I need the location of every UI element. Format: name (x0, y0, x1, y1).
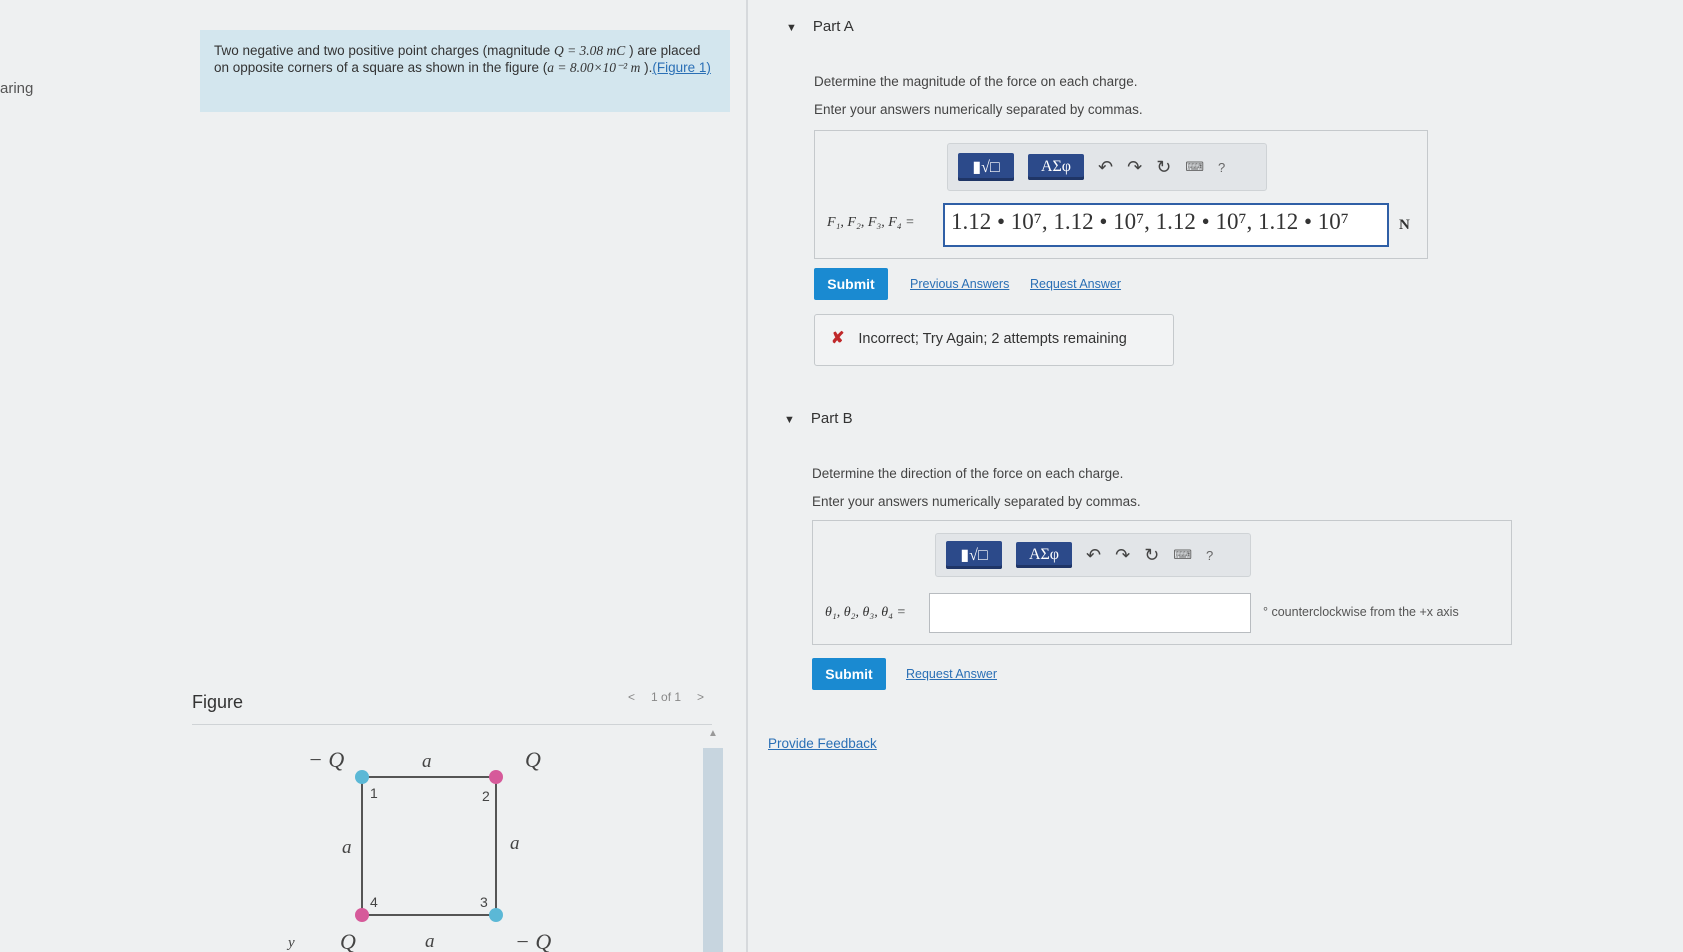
keyboard-icon[interactable]: ⌨ (1185, 159, 1204, 175)
label-side-top: a (422, 751, 432, 772)
part-b-unit-text: ° counterclockwise from the +x axis (1263, 605, 1459, 619)
label-side-left: a (342, 837, 352, 858)
part-b-prompt-2: Enter your answers numerically separated… (812, 494, 1141, 509)
collapse-triangle-icon[interactable]: ▼ (786, 22, 797, 34)
part-b-equation-label: θ₁, θ₂, θ₃, θ₄ = (825, 605, 906, 620)
corner-number-3: 3 (480, 894, 488, 910)
templates-button[interactable]: ▮√□ (946, 541, 1002, 569)
feedback-text: Incorrect; Try Again; 2 attempts remaini… (858, 331, 1127, 347)
corner-number-4: 4 (370, 894, 378, 910)
reset-icon[interactable]: ↻ (1144, 545, 1159, 566)
side-length: a = 8.00×10⁻² m (547, 60, 641, 75)
figure-link[interactable]: (Figure 1) (652, 60, 711, 75)
label-top-left-charge: − Q (308, 747, 344, 772)
charge-square-figure: − Q Q a a a 1 2 3 4 y Q a − Q (286, 747, 551, 952)
symbols-button[interactable]: ΑΣφ (1028, 154, 1084, 180)
part-a-answer-input[interactable]: 1.12 • 10⁷, 1.12 • 10⁷, 1.12 • 10⁷, 1.12… (943, 203, 1389, 247)
figure-divider (192, 724, 712, 725)
part-b-header[interactable]: ▼ Part B (784, 410, 853, 427)
charge-4-dot (355, 908, 369, 922)
charge-2-dot (489, 770, 503, 784)
label-side-right: a (510, 833, 520, 854)
figure-heading: Figure (192, 692, 244, 712)
reset-icon[interactable]: ↻ (1156, 157, 1171, 178)
templates-button[interactable]: ▮√□ (958, 153, 1014, 181)
help-icon[interactable]: ? (1206, 548, 1213, 563)
scroll-up-icon[interactable]: ▲ (703, 728, 723, 744)
corner-number-1: 1 (370, 785, 378, 801)
part-a-prompt-2: Enter your answers numerically separated… (814, 102, 1143, 117)
part-b-answer-input[interactable] (929, 593, 1251, 633)
part-b-prompt-1: Determine the direction of the force on … (812, 466, 1124, 481)
redo-icon[interactable]: ↷ (1115, 545, 1130, 566)
cropped-nav-text: aring (0, 80, 34, 97)
part-a-header[interactable]: ▼ Part A (786, 18, 854, 35)
part-a-answer-box: ▮√□ ΑΣφ ↶ ↷ ↻ ⌨ ? F₁, F₂, F₃, F₄ = 1.12 … (814, 130, 1428, 259)
keyboard-icon[interactable]: ⌨ (1173, 547, 1192, 563)
previous-answers-link[interactable]: Previous Answers (910, 277, 1009, 291)
y-axis-label: y (286, 935, 295, 951)
label-bottom-left-charge: Q (340, 929, 356, 952)
corner-number-2: 2 (482, 788, 490, 804)
pager-text: 1 of 1 (651, 690, 682, 704)
problem-text-3: ). (640, 60, 653, 75)
symbols-button[interactable]: ΑΣφ (1016, 542, 1072, 568)
label-side-bottom: a (425, 931, 435, 952)
part-b-request-answer-link[interactable]: Request Answer (906, 667, 997, 681)
part-b-submit-button[interactable]: Submit (812, 658, 886, 690)
column-divider (746, 0, 748, 952)
square-outline (361, 776, 497, 916)
undo-icon[interactable]: ↶ (1086, 545, 1101, 566)
figure-pager: <1 of 1 > (620, 690, 712, 704)
part-b-title: Part B (810, 410, 853, 427)
part-a-unit: N (1399, 217, 1410, 233)
charge-3-dot (489, 908, 503, 922)
charge-magnitude: Q = 3.08 mC (553, 43, 626, 58)
part-a-equation-label: F₁, F₂, F₃, F₄ = (827, 215, 915, 230)
pager-next-button[interactable]: > (697, 690, 704, 704)
incorrect-x-icon: ✘ (831, 330, 845, 347)
part-a-submit-button[interactable]: Submit (814, 268, 888, 300)
part-a-feedback: ✘ Incorrect; Try Again; 2 attempts remain… (814, 314, 1174, 366)
part-a-prompt-1: Determine the magnitude of the force on … (814, 74, 1138, 89)
pager-prev-button[interactable]: < (628, 690, 635, 704)
part-a-title: Part A (812, 18, 854, 35)
part-b-answer-box: ▮√□ ΑΣφ ↶ ↷ ↻ ⌨ ? θ₁, θ₂, θ₃, θ₄ = ° cou… (812, 520, 1512, 645)
charge-1-dot (355, 770, 369, 784)
problem-text-1: Two negative and two positive point char… (214, 43, 554, 58)
redo-icon[interactable]: ↷ (1127, 157, 1142, 178)
part-a-request-answer-link[interactable]: Request Answer (1030, 277, 1121, 291)
undo-icon[interactable]: ↶ (1098, 157, 1113, 178)
part-b-math-toolbar: ▮√□ ΑΣφ ↶ ↷ ↻ ⌨ ? (935, 533, 1251, 577)
label-top-right-charge: Q (525, 747, 541, 772)
figure-scrollbar[interactable] (703, 748, 723, 952)
label-bottom-right-charge: − Q (515, 929, 551, 952)
help-icon[interactable]: ? (1218, 160, 1225, 175)
problem-statement: Two negative and two positive point char… (200, 30, 730, 112)
provide-feedback-link[interactable]: Provide Feedback (768, 736, 877, 751)
part-a-math-toolbar: ▮√□ ΑΣφ ↶ ↷ ↻ ⌨ ? (947, 143, 1267, 191)
collapse-triangle-icon[interactable]: ▼ (784, 414, 795, 426)
